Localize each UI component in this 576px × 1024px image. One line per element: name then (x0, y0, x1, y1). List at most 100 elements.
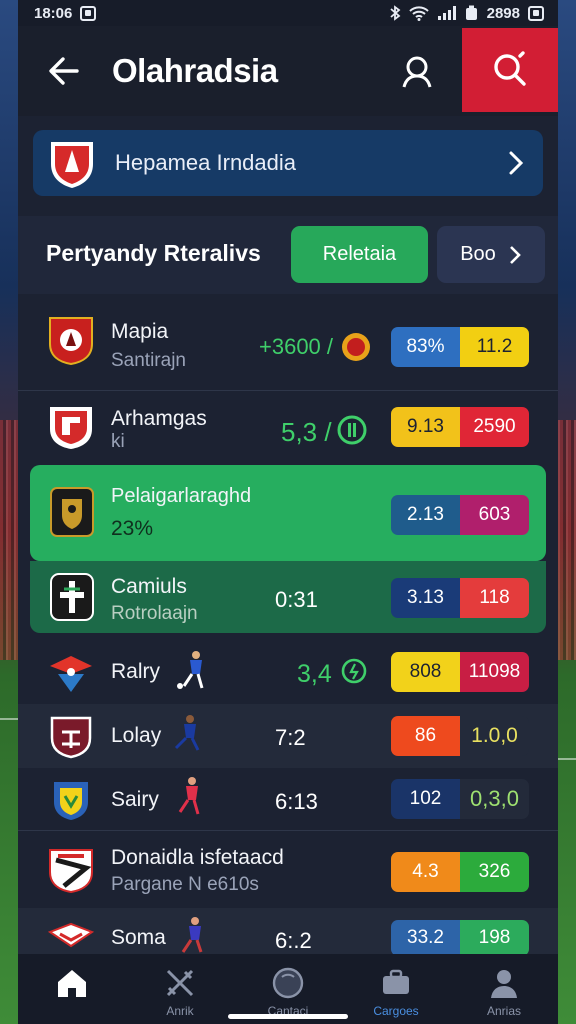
match-score: 5,3 / (281, 417, 332, 447)
odds-home[interactable]: 808 (391, 652, 460, 692)
ball-icon (272, 967, 304, 999)
odds-away[interactable]: 603 (460, 495, 529, 535)
team-subtitle: Pargane N e610s (111, 874, 259, 895)
odds-home[interactable]: 2.13 (391, 495, 460, 535)
match-row[interactable]: Mapia Santirajn +3600 / 83% 11.2 (18, 300, 558, 390)
odds-away[interactable]: 2590 (460, 407, 529, 447)
match-row[interactable]: Arhamgas ki 5,3 / 9.13 2590 (18, 391, 558, 465)
club-crest-icon (49, 317, 93, 366)
odds-home[interactable]: 9.13 (391, 407, 460, 447)
arrow-left-icon (49, 57, 79, 85)
wifi-icon (408, 6, 429, 21)
filter-more-label: Boo (460, 243, 496, 265)
home-icon (58, 970, 86, 997)
nav-tab-profile[interactable]: Anrias (450, 954, 558, 1024)
odds-pair[interactable]: 33.2 198 (391, 920, 529, 956)
player-silhouette-icon (174, 715, 200, 751)
chevron-right-icon (509, 245, 521, 264)
team-name: Donaidla isfetaacd (111, 846, 284, 869)
filter-primary-button[interactable]: Reletaia (291, 226, 428, 283)
match-score: 7:2 (275, 725, 306, 750)
odds-home[interactable]: 102 (391, 779, 460, 819)
odds-pair[interactable]: 86 1.0,0 (391, 716, 529, 756)
nav-tab-cargoes[interactable]: Cargoes (342, 954, 450, 1024)
odds-pair[interactable]: 3.13 118 (391, 578, 529, 618)
back-button[interactable] (34, 41, 94, 101)
opponent-badge-icon (342, 333, 370, 361)
team-name: Sairy (111, 788, 159, 811)
match-score: 6:.2 (275, 928, 312, 953)
club-crest-icon (50, 656, 92, 692)
club-crest-icon (49, 849, 93, 894)
odds-home[interactable]: 4.3 (391, 852, 460, 892)
team-name: Lolay (111, 724, 162, 747)
team-name: Arhamgas (111, 407, 207, 430)
app-screen: 18:06 2898 Olahradsia Hepamea Irndadia P… (18, 0, 558, 1024)
team-subtitle: 23% (111, 517, 154, 540)
search-button[interactable] (462, 28, 558, 112)
match-score: 6:13 (275, 789, 318, 814)
team-name: Soma (111, 926, 166, 949)
nav-label: Anrias (486, 1004, 521, 1018)
match-row[interactable]: Sairy 6:13 102 0,3,0 (18, 768, 558, 830)
odds-away[interactable]: 11098 (460, 652, 529, 692)
briefcase-icon (383, 969, 409, 994)
player-silhouette-icon (177, 651, 204, 689)
odds-pair[interactable]: 83% 11.2 (391, 327, 529, 367)
match-score: 0:31 (275, 587, 318, 612)
team-subtitle: Santirajn (111, 350, 186, 371)
battery-icon (465, 5, 477, 20)
team-subtitle: ki (111, 431, 125, 452)
match-row[interactable]: Camiuls Rotrolaajn 0:31 3.13 118 (18, 561, 558, 633)
odds-pair[interactable]: 2.13 603 (391, 495, 529, 535)
odds-away[interactable]: 198 (460, 920, 529, 956)
odds-away[interactable]: 326 (460, 852, 529, 892)
section-title: Pertyandy Rteralivs (46, 240, 261, 266)
odds-away[interactable]: 11.2 (460, 327, 529, 367)
filter-more-button[interactable]: Boo (437, 226, 545, 283)
swords-icon (166, 969, 194, 997)
match-row[interactable]: Donaidla isfetaacd Pargane N e610s 4.3 3… (18, 830, 558, 908)
account-search-button[interactable] (390, 44, 446, 100)
odds-pair[interactable]: 808 11098 (391, 652, 529, 692)
featured-league-banner[interactable]: Hepamea Irndadia (33, 130, 543, 196)
match-score: +3600 / (259, 334, 334, 359)
page-title: Olahradsia (112, 52, 278, 89)
live-indicator-icon (341, 658, 367, 684)
battery-level: 2898 (486, 4, 520, 22)
nav-label: Cargoes (373, 1004, 419, 1018)
nav-tab-matches[interactable]: Anrik (126, 954, 234, 1024)
search-icon (494, 51, 526, 86)
match-score: 3,4 (297, 660, 332, 688)
chevron-right-icon (509, 151, 524, 175)
user-search-icon (402, 56, 432, 88)
team-subtitle: Rotrolaajn (111, 603, 198, 624)
bluetooth-icon (390, 5, 401, 21)
match-row[interactable]: Ralry 3,4 808 11098 (18, 640, 558, 704)
odds-pair[interactable]: 4.3 326 (391, 852, 529, 892)
odds-pair[interactable]: 9.13 2590 (391, 407, 529, 447)
live-indicator-icon (337, 415, 367, 445)
odds-away[interactable]: 1.0,0 (460, 716, 529, 756)
odds-home[interactable]: 33.2 (391, 920, 460, 956)
team-name: Pelaigarlaraghd (111, 485, 252, 507)
status-time: 18:06 (34, 4, 73, 22)
club-crest-icon (50, 716, 92, 759)
odds-away[interactable]: 0,3,0 (460, 779, 529, 819)
match-row[interactable]: Soma 6:.2 33.2 198 (18, 908, 558, 956)
notification-icon (80, 5, 97, 21)
odds-pair[interactable]: 102 0,3,0 (391, 779, 529, 819)
banner-label: Hepamea Irndadia (115, 150, 297, 175)
team-name: Camiuls (111, 575, 187, 598)
team-name: Mapia (111, 320, 169, 343)
match-row-selected[interactable]: Pelaigarlaraghd 23% 2.13 603 (18, 465, 558, 561)
nav-tab-home[interactable] (18, 954, 126, 1024)
odds-home[interactable]: 83% (391, 327, 460, 367)
odds-away[interactable]: 118 (460, 578, 529, 618)
league-crest-icon (51, 142, 93, 188)
match-row[interactable]: Lolay 7:2 86 1.0,0 (18, 704, 558, 768)
odds-home[interactable]: 86 (391, 716, 460, 756)
player-silhouette-icon (181, 917, 203, 953)
club-crest-icon (48, 922, 94, 948)
odds-home[interactable]: 3.13 (391, 578, 460, 618)
